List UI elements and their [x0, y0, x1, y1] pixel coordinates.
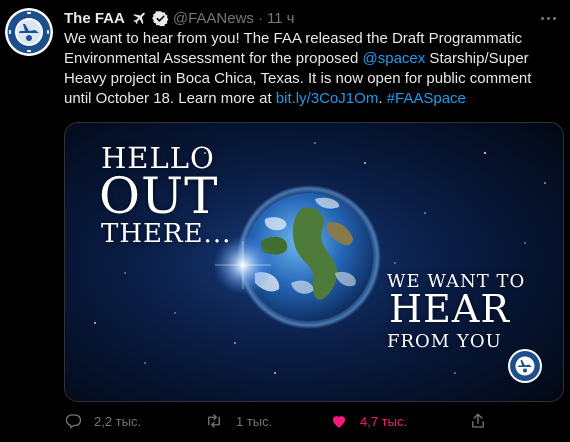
share-icon: [472, 413, 484, 428]
share-button[interactable]: [469, 411, 487, 431]
tweet-text-part: .: [378, 90, 387, 107]
tweet-actions: 2,2 тыс. 1 тыс. 4,7 тыс.: [64, 411, 484, 431]
display-name[interactable]: The FAA: [64, 10, 125, 27]
tweet-text: We want to hear from you! The FAA releas…: [64, 29, 560, 109]
faa-seal-icon: [5, 8, 53, 56]
verified-badge-icon: [151, 10, 169, 27]
separator-dot: ·: [257, 9, 263, 27]
hello-text-line: THERE...: [101, 219, 232, 249]
url-link[interactable]: bit.ly/3CoJ1Om: [276, 90, 379, 107]
more-icon[interactable]: [538, 10, 558, 26]
retweet-button[interactable]: 1 тыс.: [204, 411, 272, 431]
airplane-icon: [131, 10, 149, 26]
want-text-line: HEAR: [389, 287, 510, 331]
hello-text-line: OUT: [99, 167, 219, 225]
tweet-image[interactable]: HELLO OUT THERE... WE WANT TO HEAR FROM …: [64, 122, 564, 402]
avatar[interactable]: [5, 8, 53, 56]
hashtag-link[interactable]: #FAASpace: [387, 90, 466, 107]
like-count: 4,7 тыс.: [360, 413, 408, 429]
heart-icon: [333, 416, 345, 428]
retweet-icon: [208, 414, 220, 428]
handle[interactable]: @FAANews: [173, 10, 254, 27]
tweet[interactable]: The FAA @FAANews · 11 ч We want to hear …: [0, 0, 570, 442]
mention-link[interactable]: @spacex: [363, 50, 426, 67]
reply-count: 2,2 тыс.: [94, 413, 142, 429]
tweet-header: The FAA @FAANews · 11 ч: [64, 9, 295, 27]
timestamp[interactable]: 11 ч: [267, 10, 295, 27]
reply-icon: [65, 414, 82, 429]
faa-seal-icon: [508, 349, 542, 383]
reply-button[interactable]: 2,2 тыс.: [64, 411, 141, 431]
like-button[interactable]: 4,7 тыс.: [330, 411, 407, 431]
retweet-count: 1 тыс.: [236, 413, 273, 429]
want-text-line: FROM YOU: [387, 331, 502, 352]
